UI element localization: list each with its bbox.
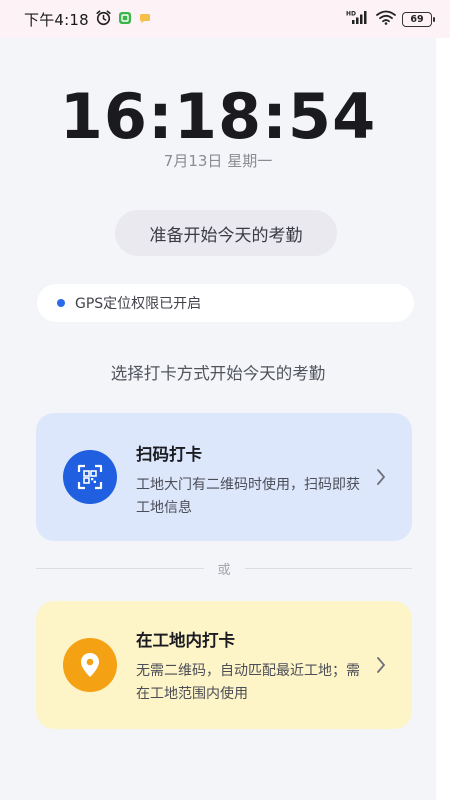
- scan-checkin-card[interactable]: 扫码打卡 工地大门有二维码时使用，扫码即获工地信息: [36, 413, 412, 541]
- location-pin-icon: [63, 638, 117, 692]
- alarm-icon: [95, 9, 112, 30]
- network-label: HD: [346, 10, 356, 17]
- choose-method-prompt: 选择打卡方式开始今天的考勤: [110, 364, 326, 383]
- status-bar: 下午4:18 HD 69: [0, 0, 450, 38]
- wifi-icon: [376, 10, 396, 29]
- chevron-right-icon: [376, 656, 386, 678]
- site-card-title: 在工地内打卡: [136, 631, 235, 650]
- or-divider: 或: [36, 560, 413, 578]
- status-right: HD 69: [346, 10, 435, 29]
- status-time: 下午4:18: [24, 10, 89, 29]
- chevron-right-icon: [376, 468, 386, 490]
- site-card-text: 在工地内打卡 无需二维码，自动匹配最近工地；需在工地范围内使用: [136, 627, 368, 706]
- divider-line-left: [36, 567, 204, 569]
- qr-scan-icon: [63, 450, 117, 504]
- divider-label: 或: [217, 562, 231, 578]
- onsite-checkin-card[interactable]: 在工地内打卡 无需二维码，自动匹配最近工地；需在工地范围内使用: [36, 601, 412, 729]
- scan-card-text: 扫码打卡 工地大门有二维码时使用，扫码即获工地信息: [136, 441, 368, 520]
- status-left: 下午4:18: [24, 9, 152, 30]
- battery-indicator: 69: [402, 11, 435, 27]
- divider-line-right: [244, 567, 413, 569]
- scan-card-description: 工地大门有二维码时使用，扫码即获工地信息: [136, 477, 360, 516]
- clock-date: 7月13日 星期一: [163, 152, 273, 170]
- gps-status-text: GPS定位权限已开启: [75, 296, 202, 312]
- signal-icon: HD: [346, 10, 370, 29]
- right-edge-strip: [436, 38, 450, 800]
- gps-status-bar: GPS定位权限已开启: [37, 284, 414, 322]
- site-card-description: 无需二维码，自动匹配最近工地；需在工地范围内使用: [136, 663, 360, 702]
- message-notification-icon: [138, 10, 152, 29]
- start-attendance-button[interactable]: 准备开始今天的考勤: [115, 210, 337, 256]
- scan-card-title: 扫码打卡: [136, 445, 202, 464]
- clock-time: 16:18:54: [59, 80, 377, 153]
- app-notification-icon: [118, 10, 132, 29]
- gps-status-dot: [57, 299, 65, 307]
